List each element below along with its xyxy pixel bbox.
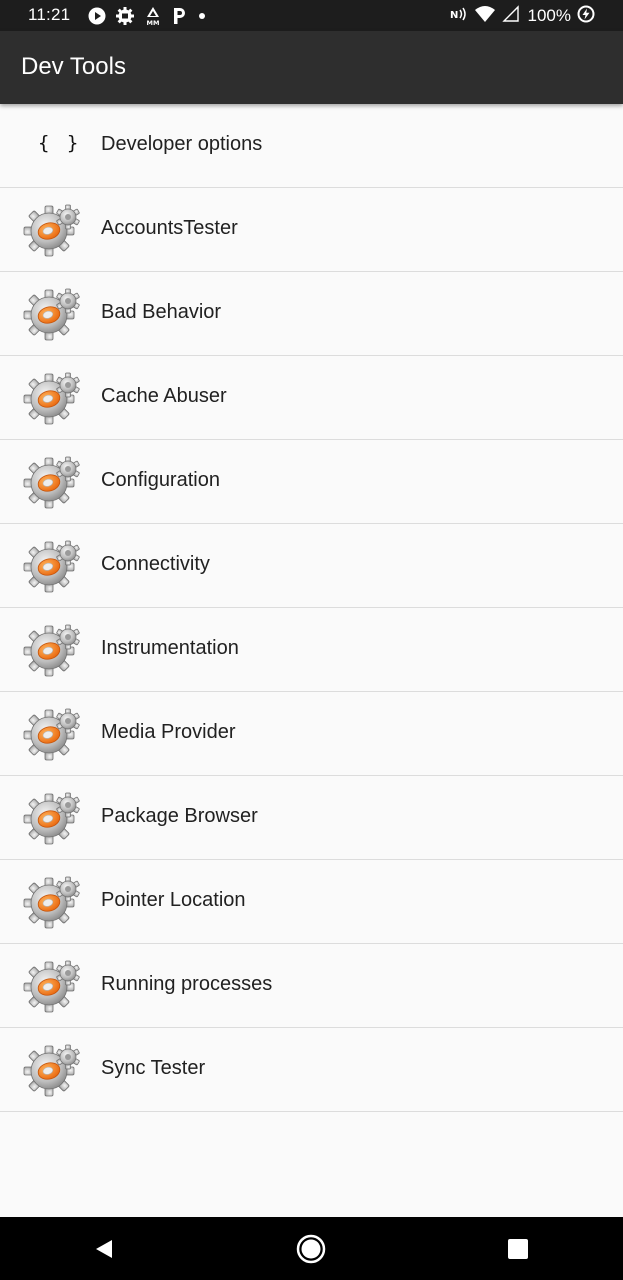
list-item-label: Running processes	[101, 973, 273, 995]
screen: 11:21 MM N 100% Dev Tools {} Developer …	[0, 0, 623, 1280]
list-item-label: Sync Tester	[101, 1057, 206, 1079]
gear-icon	[22, 873, 82, 931]
list-item-running-processes[interactable]: Running processes	[0, 944, 623, 1028]
braces-icon: { }	[38, 132, 82, 154]
list-item-developer-options[interactable]: { } Developer options	[0, 104, 623, 188]
list-item-instrumentation[interactable]: Instrumentation	[0, 608, 623, 692]
list-item-package-browser[interactable]: Package Browser	[0, 776, 623, 860]
svg-text:MM: MM	[147, 19, 160, 26]
settings-notification-icon	[115, 6, 135, 26]
gear-icon	[22, 957, 82, 1015]
app-bar: Dev Tools	[0, 31, 623, 104]
battery-charging-icon	[577, 5, 595, 28]
list-item-accounts-tester[interactable]: AccountsTester	[0, 188, 623, 272]
list-item-configuration[interactable]: Configuration	[0, 440, 623, 524]
nfc-icon: N	[450, 6, 468, 27]
dot-icon	[196, 10, 208, 22]
back-icon[interactable]	[86, 1231, 122, 1267]
play-icon	[88, 7, 106, 25]
list-item-pointer-location[interactable]: Pointer Location	[0, 860, 623, 944]
list-item-cache-abuser[interactable]: Cache Abuser	[0, 356, 623, 440]
list-item-bad-behavior[interactable]: Bad Behavior	[0, 272, 623, 356]
page-title: Dev Tools	[21, 53, 126, 80]
gear-icon	[22, 789, 82, 847]
list-item-label: Pointer Location	[101, 889, 246, 911]
status-system-icons: N 100%	[450, 4, 595, 28]
list-item-label: Configuration	[101, 469, 220, 491]
wifi-icon	[474, 5, 496, 28]
gear-icon	[22, 621, 82, 679]
gear-icon	[22, 705, 82, 763]
list-item-label: Package Browser	[101, 805, 258, 827]
gear-icon	[22, 285, 82, 343]
notification-icons: MM	[88, 5, 208, 27]
dev-tools-list: { } Developer options AccountsTester Bad…	[0, 104, 623, 1112]
home-icon[interactable]	[293, 1231, 329, 1267]
gear-icon	[22, 369, 82, 427]
list-item-sync-tester[interactable]: Sync Tester	[0, 1028, 623, 1112]
gear-icon	[22, 537, 82, 595]
gear-icon	[22, 201, 82, 259]
list-item-label: Connectivity	[101, 553, 210, 575]
list-item-label: Media Provider	[101, 721, 236, 743]
list-item-label: Bad Behavior	[101, 301, 222, 323]
svg-text:N: N	[450, 10, 458, 21]
parking-icon	[171, 7, 187, 25]
battery-percent: 100%	[527, 6, 571, 25]
status-bar: 11:21 MM N 100%	[0, 0, 623, 31]
list-item-label: Instrumentation	[101, 637, 239, 659]
gear-icon	[22, 1041, 82, 1099]
list-item-connectivity[interactable]: Connectivity	[0, 524, 623, 608]
recents-icon[interactable]	[500, 1231, 536, 1267]
mm-icon: MM	[144, 6, 162, 26]
list-item-label: Cache Abuser	[101, 385, 227, 407]
status-time: 11:21	[28, 5, 71, 24]
signal-icon	[501, 4, 520, 28]
list-item-label: AccountsTester	[101, 217, 238, 239]
navigation-bar	[0, 1217, 623, 1280]
gear-icon	[22, 453, 82, 511]
list-item-media-provider[interactable]: Media Provider	[0, 692, 623, 776]
list-item-label: Developer options	[101, 133, 263, 155]
